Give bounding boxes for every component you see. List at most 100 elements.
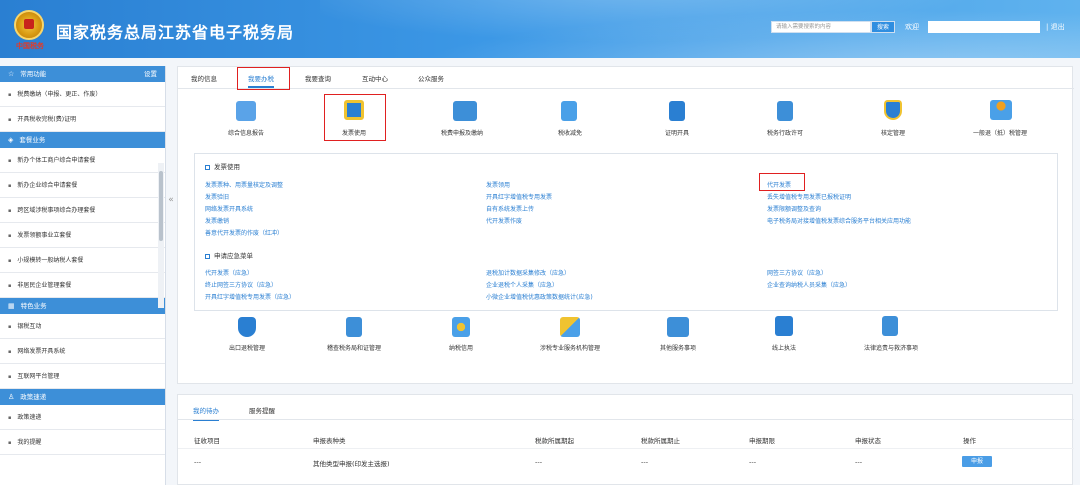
issue-invoice-highlight-box <box>759 173 805 191</box>
icon-label[interactable]: 核定管理 <box>881 128 905 137</box>
sidebar-head-policy[interactable]: ♙ 政策速递 <box>0 389 165 405</box>
icon-label[interactable]: 税收减免 <box>558 128 582 137</box>
table-cell: --- <box>855 458 863 466</box>
submenu-link[interactable]: 退税加计数据采集修改（应急） <box>486 268 570 277</box>
sidebar-settings-link[interactable]: 设置 <box>144 66 157 82</box>
sidebar-item[interactable]: 发票领额事业立套餐 <box>0 223 165 248</box>
submenu-link[interactable]: 发票限额调整及查询 <box>767 204 821 213</box>
sidebar-item[interactable]: 互联网平台管理 <box>0 364 165 389</box>
tab-public-service[interactable]: 公众服务 <box>418 73 444 83</box>
icon-label[interactable]: 税费申报及缴纳 <box>441 128 483 137</box>
table-cell: --- <box>641 458 649 466</box>
logout-label: 退出 <box>1050 23 1065 31</box>
submenu-link[interactable]: 终止网签三方协议（应急） <box>205 280 277 289</box>
submenu-link[interactable]: 网络发票开具系统 <box>205 204 253 213</box>
submenu-link[interactable]: 善意代开发票的作废（红冲） <box>205 228 283 237</box>
emergency-section-title: 申请应急菜单 <box>205 250 253 260</box>
submenu-link[interactable]: 开具红字增值税专用发票 <box>486 192 552 201</box>
icon-label[interactable]: 纳税信用 <box>449 343 473 352</box>
person-icon: ♙ <box>8 393 15 401</box>
declare-button[interactable]: 申报 <box>962 456 992 467</box>
legal-document-icon[interactable] <box>882 316 898 336</box>
sidebar-item[interactable]: 银税互动 <box>0 314 165 339</box>
scrollbar-thumb[interactable] <box>159 171 163 241</box>
submenu-link[interactable]: 开具红字增值税专用发票（应急） <box>205 292 295 301</box>
search-button[interactable]: 搜索 <box>871 21 895 33</box>
sidebar-item[interactable]: 新办个体工商户综合申请套餐 <box>0 148 165 173</box>
icon-label[interactable]: 出口退税管理 <box>229 343 265 352</box>
submenu-link[interactable]: 发票票种、用票量核定及调整 <box>205 180 283 189</box>
top-banner: 中国税务 国家税务总局江苏省电子税务局 请输入需要搜索的内容 搜索 欢迎 | 退… <box>0 0 1080 58</box>
submenu-link[interactable]: 自有系统发票上传 <box>486 204 534 213</box>
bar-chart-icon[interactable] <box>561 101 577 121</box>
sidebar-item[interactable]: 小规模转一般纳税人套餐 <box>0 248 165 273</box>
table-cell: --- <box>535 458 543 466</box>
sidebar-item[interactable]: 税费缴纳（申报、更正、作废） <box>0 82 165 107</box>
welcome-label: 欢迎 <box>905 23 919 31</box>
icon-label[interactable]: 稽查税务局和证管理 <box>327 343 381 352</box>
submenu-link[interactable]: 企业退税个人采集（应急） <box>486 280 558 289</box>
submenu-link[interactable]: 代开发票（应急） <box>205 268 253 277</box>
submenu-link[interactable]: 电子税务局对接增值税发票综合服务平台相关应用功能 <box>767 216 911 225</box>
main-tabs: 我的信息 我要办税 我要查询 互动中心 公众服务 <box>178 67 1074 89</box>
submenu-link[interactable]: 代开发票作废 <box>486 216 522 225</box>
sidebar-head-label: 套餐业务 <box>19 136 46 144</box>
invoice-highlight-box <box>324 94 386 141</box>
column-header: 申报期限 <box>749 437 775 445</box>
document-icon[interactable] <box>669 101 685 121</box>
column-header: 申报状态 <box>855 437 881 445</box>
icon-label[interactable]: 其他服务事项 <box>660 343 696 352</box>
sidebar-item[interactable]: 跨区域涉税事项综合办理套餐 <box>0 198 165 223</box>
icon-label[interactable]: 线上执法 <box>772 343 796 352</box>
sidebar-head-common[interactable]: ☆ 常用功能 设置 <box>0 66 165 82</box>
screen-icon[interactable] <box>667 317 689 337</box>
export-refund-icon[interactable] <box>238 317 256 337</box>
search-input[interactable]: 请输入需要搜索的内容 <box>771 21 871 33</box>
submenu-link[interactable]: 发票验旧 <box>205 192 229 201</box>
column-header: 征收项目 <box>194 437 220 445</box>
star-icon: ☆ <box>8 70 15 78</box>
logout-link[interactable]: | 退出 <box>1046 22 1065 32</box>
sidebar-item[interactable]: 非居民企业管理套餐 <box>0 273 165 298</box>
inspection-icon[interactable] <box>346 317 362 337</box>
column-header: 税款所属期起 <box>535 437 574 445</box>
column-header: 申报表种类 <box>313 437 346 445</box>
submenu-link[interactable]: 发票领用 <box>486 180 510 189</box>
icon-label[interactable]: 涉税专业服务机构管理 <box>540 343 600 352</box>
sidebar-scrollbar[interactable] <box>158 163 164 308</box>
icon-label[interactable]: 税务行政许可 <box>767 128 803 137</box>
sidebar-head-package[interactable]: ◈ 套餐业务 <box>0 132 165 148</box>
sidebar-item[interactable]: 开具税收完税(费)证明 <box>0 107 165 132</box>
icon-label[interactable]: 综合信息报告 <box>228 128 264 137</box>
agency-icon[interactable] <box>560 317 580 337</box>
sidebar-item[interactable]: 我的提醒 <box>0 430 165 455</box>
tab-service-reminder[interactable]: 服务提醒 <box>249 405 275 415</box>
tab-my-info[interactable]: 我的信息 <box>191 73 217 83</box>
submenu-link[interactable]: 企业查询纳税人员采集（应急） <box>767 280 851 289</box>
collapse-sidebar-icon[interactable]: « <box>166 190 176 210</box>
sidebar-item[interactable]: 网络发票开具系统 <box>0 339 165 364</box>
credit-icon[interactable] <box>452 317 470 337</box>
tab-query[interactable]: 我要查询 <box>305 73 331 83</box>
shield-icon[interactable] <box>884 100 902 120</box>
sidebar-head-feature[interactable]: ▦ 特色业务 <box>0 298 165 314</box>
grid-icon: ▦ <box>8 302 15 310</box>
column-header: 操作 <box>963 437 976 445</box>
section-title-text: 发票使用 <box>214 163 240 171</box>
submenu-link[interactable]: 网签三方协议（应急） <box>767 268 827 277</box>
submenu-link[interactable]: 发票缴销 <box>205 216 229 225</box>
invoice-section-title: 发票使用 <box>205 161 240 171</box>
icon-label[interactable]: 一般退（抵）税管理 <box>973 128 1027 137</box>
sidebar-item[interactable]: 政策速递 <box>0 405 165 430</box>
license-icon[interactable] <box>777 101 793 121</box>
tab-interaction[interactable]: 互动中心 <box>362 73 388 83</box>
submenu-link[interactable]: 丢失增值税专用发票已报税证明 <box>767 192 851 201</box>
monitor-icon[interactable] <box>453 101 477 121</box>
sidebar-item[interactable]: 新办企业综合申请套餐 <box>0 173 165 198</box>
icon-label[interactable]: 法律追责与救济事项 <box>864 343 918 352</box>
report-icon[interactable] <box>236 101 256 121</box>
submenu-link[interactable]: 小微企业增值税优惠政策数据统计(应急) <box>486 292 593 301</box>
translate-icon[interactable] <box>775 316 793 336</box>
icon-label[interactable]: 证明开具 <box>665 128 689 137</box>
org-chart-icon[interactable] <box>990 100 1012 120</box>
